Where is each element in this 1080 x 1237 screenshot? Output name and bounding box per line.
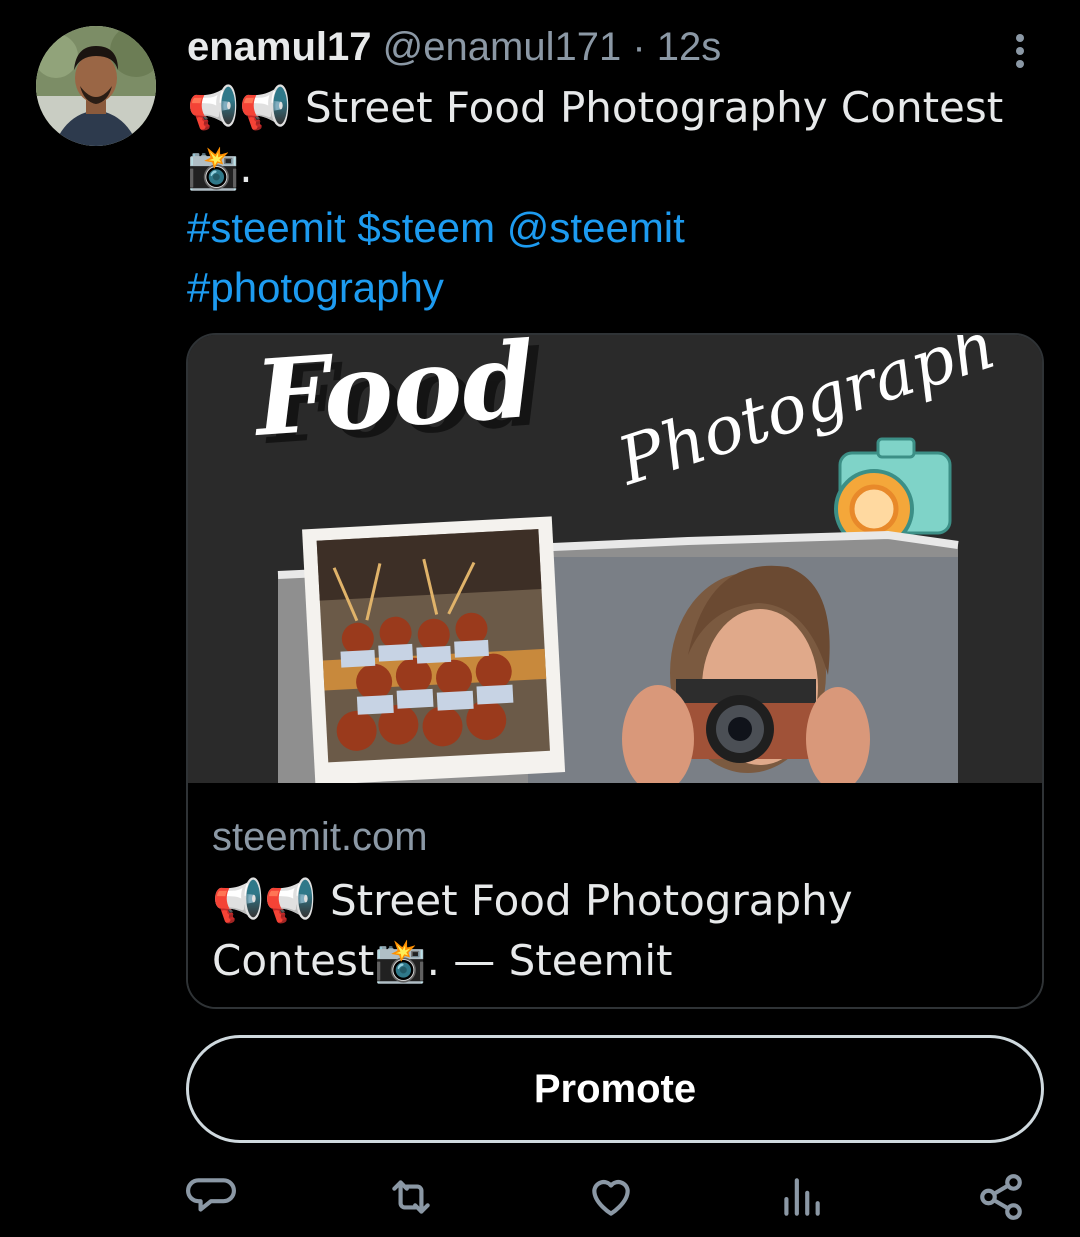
- promote-button[interactable]: Promote: [186, 1035, 1044, 1143]
- tweet-header: enamul17 @enamul171 · 12s: [187, 24, 721, 70]
- hashtag-links[interactable]: #photography: [187, 258, 1037, 318]
- header-separator: ·: [632, 25, 646, 69]
- author-avatar[interactable]: [36, 26, 156, 146]
- food-polaroid: [302, 516, 566, 783]
- card-title-line: 📢📢 Street Food Photography: [212, 876, 853, 925]
- analytics-icon[interactable]: [776, 1172, 826, 1222]
- heart-icon[interactable]: [586, 1172, 636, 1222]
- retweet-icon[interactable]: [386, 1172, 436, 1222]
- more-vertical-icon[interactable]: [1004, 30, 1036, 70]
- card-title: 📢📢 Street Food Photography Contest📸. — S…: [212, 871, 1012, 991]
- card-image-food-text: Food: [248, 335, 539, 460]
- author-name[interactable]: enamul17: [187, 25, 372, 69]
- card-info[interactable]: steemit.com 📢📢 Street Food Photography C…: [188, 783, 1042, 1007]
- tweet-text-line: 📸.: [187, 143, 253, 192]
- tweet-text: 📢📢 Street Food Photography Contest 📸. #s…: [187, 78, 1037, 318]
- card-image[interactable]: Food Food Photograph: [188, 335, 1042, 783]
- reply-icon[interactable]: [186, 1172, 236, 1222]
- card-domain: steemit.com: [212, 815, 428, 859]
- camera-sticker: [834, 437, 952, 549]
- link-preview-card[interactable]: Food Food Photograph steemit.com 📢📢 Stre…: [186, 333, 1044, 1009]
- tweet-timestamp[interactable]: 12s: [657, 25, 722, 69]
- tweet-text-line: 📢📢 Street Food Photography Contest: [187, 83, 1004, 132]
- card-title-line: Contest📸. — Steemit: [212, 936, 673, 985]
- share-icon[interactable]: [976, 1172, 1026, 1222]
- author-handle[interactable]: @enamul171: [383, 25, 622, 69]
- hashtag-links[interactable]: #steemit $steem @steemit: [187, 198, 1037, 258]
